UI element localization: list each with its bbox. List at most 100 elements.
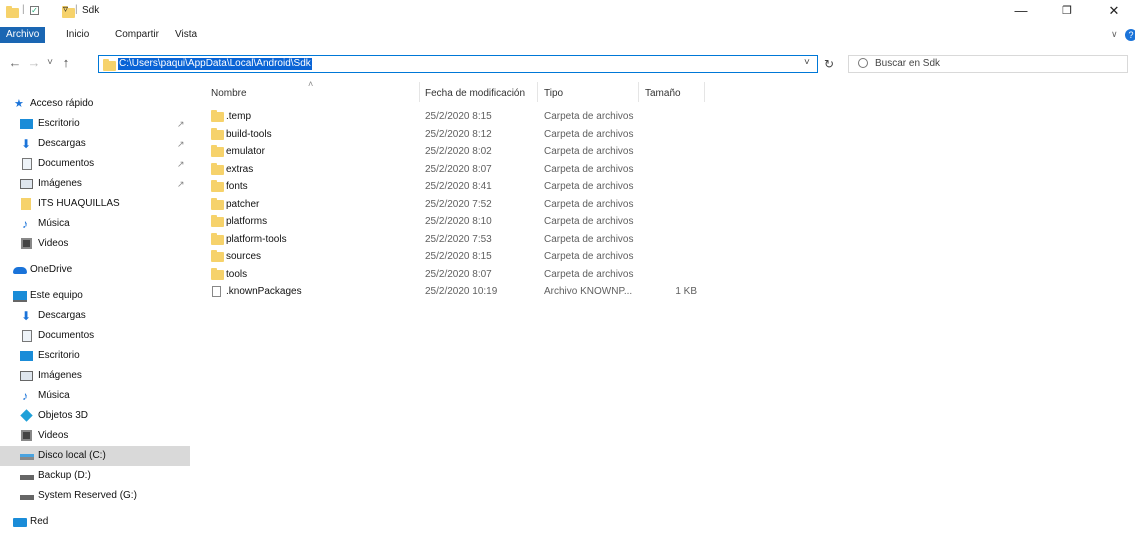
forward-button[interactable]: →: [26, 56, 42, 70]
file-type: Carpeta de archivos: [544, 198, 634, 210]
sidebar-item-escritorio-2[interactable]: Escritorio: [0, 346, 190, 366]
folder-icon: [211, 250, 224, 262]
file-type: Carpeta de archivos: [544, 163, 634, 175]
help-icon[interactable]: ?: [1125, 29, 1135, 41]
close-button[interactable]: ✕: [1094, 2, 1134, 20]
sidebar-item-its-huaquillas[interactable]: ITS HUAQUILLAS: [0, 194, 190, 214]
pin-icon[interactable]: ↗: [177, 134, 185, 154]
sidebar-item-label: Música: [38, 218, 70, 229]
folder-icon: [211, 145, 224, 157]
sidebar-item-label: Imágenes: [38, 178, 82, 189]
column-divider[interactable]: [537, 82, 538, 102]
sidebar-item-documentos[interactable]: Documentos ↗: [0, 154, 190, 174]
sidebar-item-videos[interactable]: Videos: [0, 234, 190, 254]
file-name: extras: [226, 163, 254, 175]
pin-icon[interactable]: ↗: [177, 114, 185, 134]
column-header-size[interactable]: Tamaño: [645, 86, 681, 102]
sidebar-item-system-reserved-g[interactable]: System Reserved (G:): [0, 486, 190, 506]
column-divider[interactable]: [638, 82, 639, 102]
sidebar-item-label: Descargas: [38, 310, 86, 321]
music-icon: ♪: [22, 217, 28, 231]
sidebar-item-backup-d[interactable]: Backup (D:): [0, 466, 190, 486]
sidebar-item-red[interactable]: Red: [0, 512, 190, 532]
folder-icon: [6, 6, 19, 18]
tab-compartir[interactable]: Compartir: [109, 27, 165, 43]
music-icon: ♪: [22, 389, 28, 403]
list-item[interactable]: .temp 25/2/2020 8:15 Carpeta de archivos: [205, 108, 705, 125]
sidebar-item-imagenes-2[interactable]: Imágenes: [0, 366, 190, 386]
sidebar-item-label: Descargas: [38, 138, 86, 149]
sidebar-item-objetos-3d[interactable]: Objetos 3D: [0, 406, 190, 426]
file-type: Carpeta de archivos: [544, 111, 634, 122]
tab-inicio[interactable]: Inicio: [60, 27, 95, 43]
desktop-icon: [20, 351, 33, 361]
sidebar-item-label: Imágenes: [38, 370, 82, 381]
file-name: platforms: [226, 216, 268, 227]
column-header-type[interactable]: Tipo: [544, 86, 563, 102]
list-item[interactable]: tools 25/2/2020 8:07 Carpeta de archivos: [205, 266, 705, 283]
video-icon: [21, 430, 32, 441]
up-button[interactable]: ↑: [58, 56, 74, 70]
sidebar-item-acceso-rapido[interactable]: ★ Acceso rápido: [0, 94, 190, 114]
search-input[interactable]: Buscar en Sdk: [875, 58, 940, 69]
sidebar-item-disco-local-c[interactable]: Disco local (C:): [0, 446, 190, 466]
search-box[interactable]: Buscar en Sdk: [848, 55, 1128, 73]
file-name: patcher: [226, 198, 260, 210]
sidebar-item-descargas[interactable]: ⬇ Descargas ↗: [0, 134, 190, 154]
file-date: 25/2/2020 8:10: [425, 216, 492, 227]
pin-icon[interactable]: ↗: [177, 154, 185, 174]
properties-check-icon[interactable]: ✓: [30, 6, 39, 15]
tab-archivo[interactable]: Archivo: [0, 27, 46, 43]
download-icon: ⬇: [21, 137, 32, 151]
drive-icon: [20, 495, 34, 500]
list-item[interactable]: .knownPackages 25/2/2020 10:19 Archivo K…: [205, 283, 705, 300]
address-text[interactable]: C:\Users\paqui\AppData\Local\Android\Sdk: [118, 58, 312, 70]
sidebar-item-musica[interactable]: ♪ Música: [0, 214, 190, 234]
list-item[interactable]: build-tools 25/2/2020 8:12 Carpeta de ar…: [205, 126, 705, 143]
refresh-button[interactable]: ↻: [820, 55, 838, 73]
video-icon: [21, 238, 32, 249]
file-type: Archivo KNOWNP...: [544, 286, 633, 297]
ribbon-tabs: Archivo Inicio Compartir Vista ∨ ?: [0, 27, 1135, 45]
sidebar-item-musica-2[interactable]: ♪ Música: [0, 386, 190, 406]
minimize-button[interactable]: —: [1001, 2, 1041, 20]
list-item[interactable]: sources 25/2/2020 8:15 Carpeta de archiv…: [205, 248, 705, 265]
pin-icon[interactable]: ↗: [177, 174, 185, 194]
qat-dropdown-icon[interactable]: ▿: [63, 4, 68, 15]
file-date: 25/2/2020 7:53: [425, 233, 492, 245]
folder-icon: [211, 180, 224, 192]
ribbon-expand-icon[interactable]: ∨: [1111, 29, 1118, 40]
list-item[interactable]: patcher 25/2/2020 7:52 Carpeta de archiv…: [205, 196, 705, 213]
tab-vista[interactable]: Vista: [169, 27, 203, 43]
recent-locations-button[interactable]: ˅: [42, 56, 58, 70]
file-name: platform-tools: [226, 233, 287, 245]
sidebar-item-documentos-2[interactable]: Documentos: [0, 326, 190, 346]
sidebar-item-videos-2[interactable]: Videos: [0, 426, 190, 446]
file-type: Carpeta de archivos: [544, 268, 634, 280]
back-button[interactable]: ←: [7, 56, 23, 70]
list-item[interactable]: emulator 25/2/2020 8:02 Carpeta de archi…: [205, 143, 705, 160]
file-date: 25/2/2020 8:41: [425, 181, 492, 192]
list-item[interactable]: platform-tools 25/2/2020 7:53 Carpeta de…: [205, 231, 705, 248]
sidebar-item-escritorio[interactable]: Escritorio ↗: [0, 114, 190, 134]
navigation-bar: ← → ˅ ↑ C:\Users\paqui\AppData\Local\And…: [0, 50, 1135, 78]
sidebar-item-imagenes[interactable]: Imágenes ↗: [0, 174, 190, 194]
search-icon: [858, 58, 868, 68]
folder-icon: [211, 127, 224, 140]
sidebar-item-este-equipo[interactable]: Este equipo: [0, 286, 190, 306]
address-bar[interactable]: C:\Users\paqui\AppData\Local\Android\Sdk…: [98, 55, 818, 73]
list-item[interactable]: platforms 25/2/2020 8:10 Carpeta de arch…: [205, 213, 705, 230]
file-date: 25/2/2020 10:19: [425, 286, 498, 297]
column-header-date[interactable]: Fecha de modificación: [425, 86, 525, 102]
pictures-icon: [20, 371, 33, 381]
list-item[interactable]: fonts 25/2/2020 8:41 Carpeta de archivos: [205, 178, 705, 195]
folder-icon: [21, 198, 31, 210]
address-dropdown-icon[interactable]: ˅: [804, 57, 810, 68]
restore-button[interactable]: ❐: [1047, 2, 1087, 20]
list-item[interactable]: extras 25/2/2020 8:07 Carpeta de archivo…: [205, 161, 705, 178]
column-header-name[interactable]: Nombre: [211, 86, 247, 102]
sidebar-item-descargas-2[interactable]: ⬇ Descargas: [0, 306, 190, 326]
column-divider[interactable]: [419, 82, 420, 102]
sidebar-item-onedrive[interactable]: OneDrive: [0, 260, 190, 280]
column-divider[interactable]: [704, 82, 705, 102]
